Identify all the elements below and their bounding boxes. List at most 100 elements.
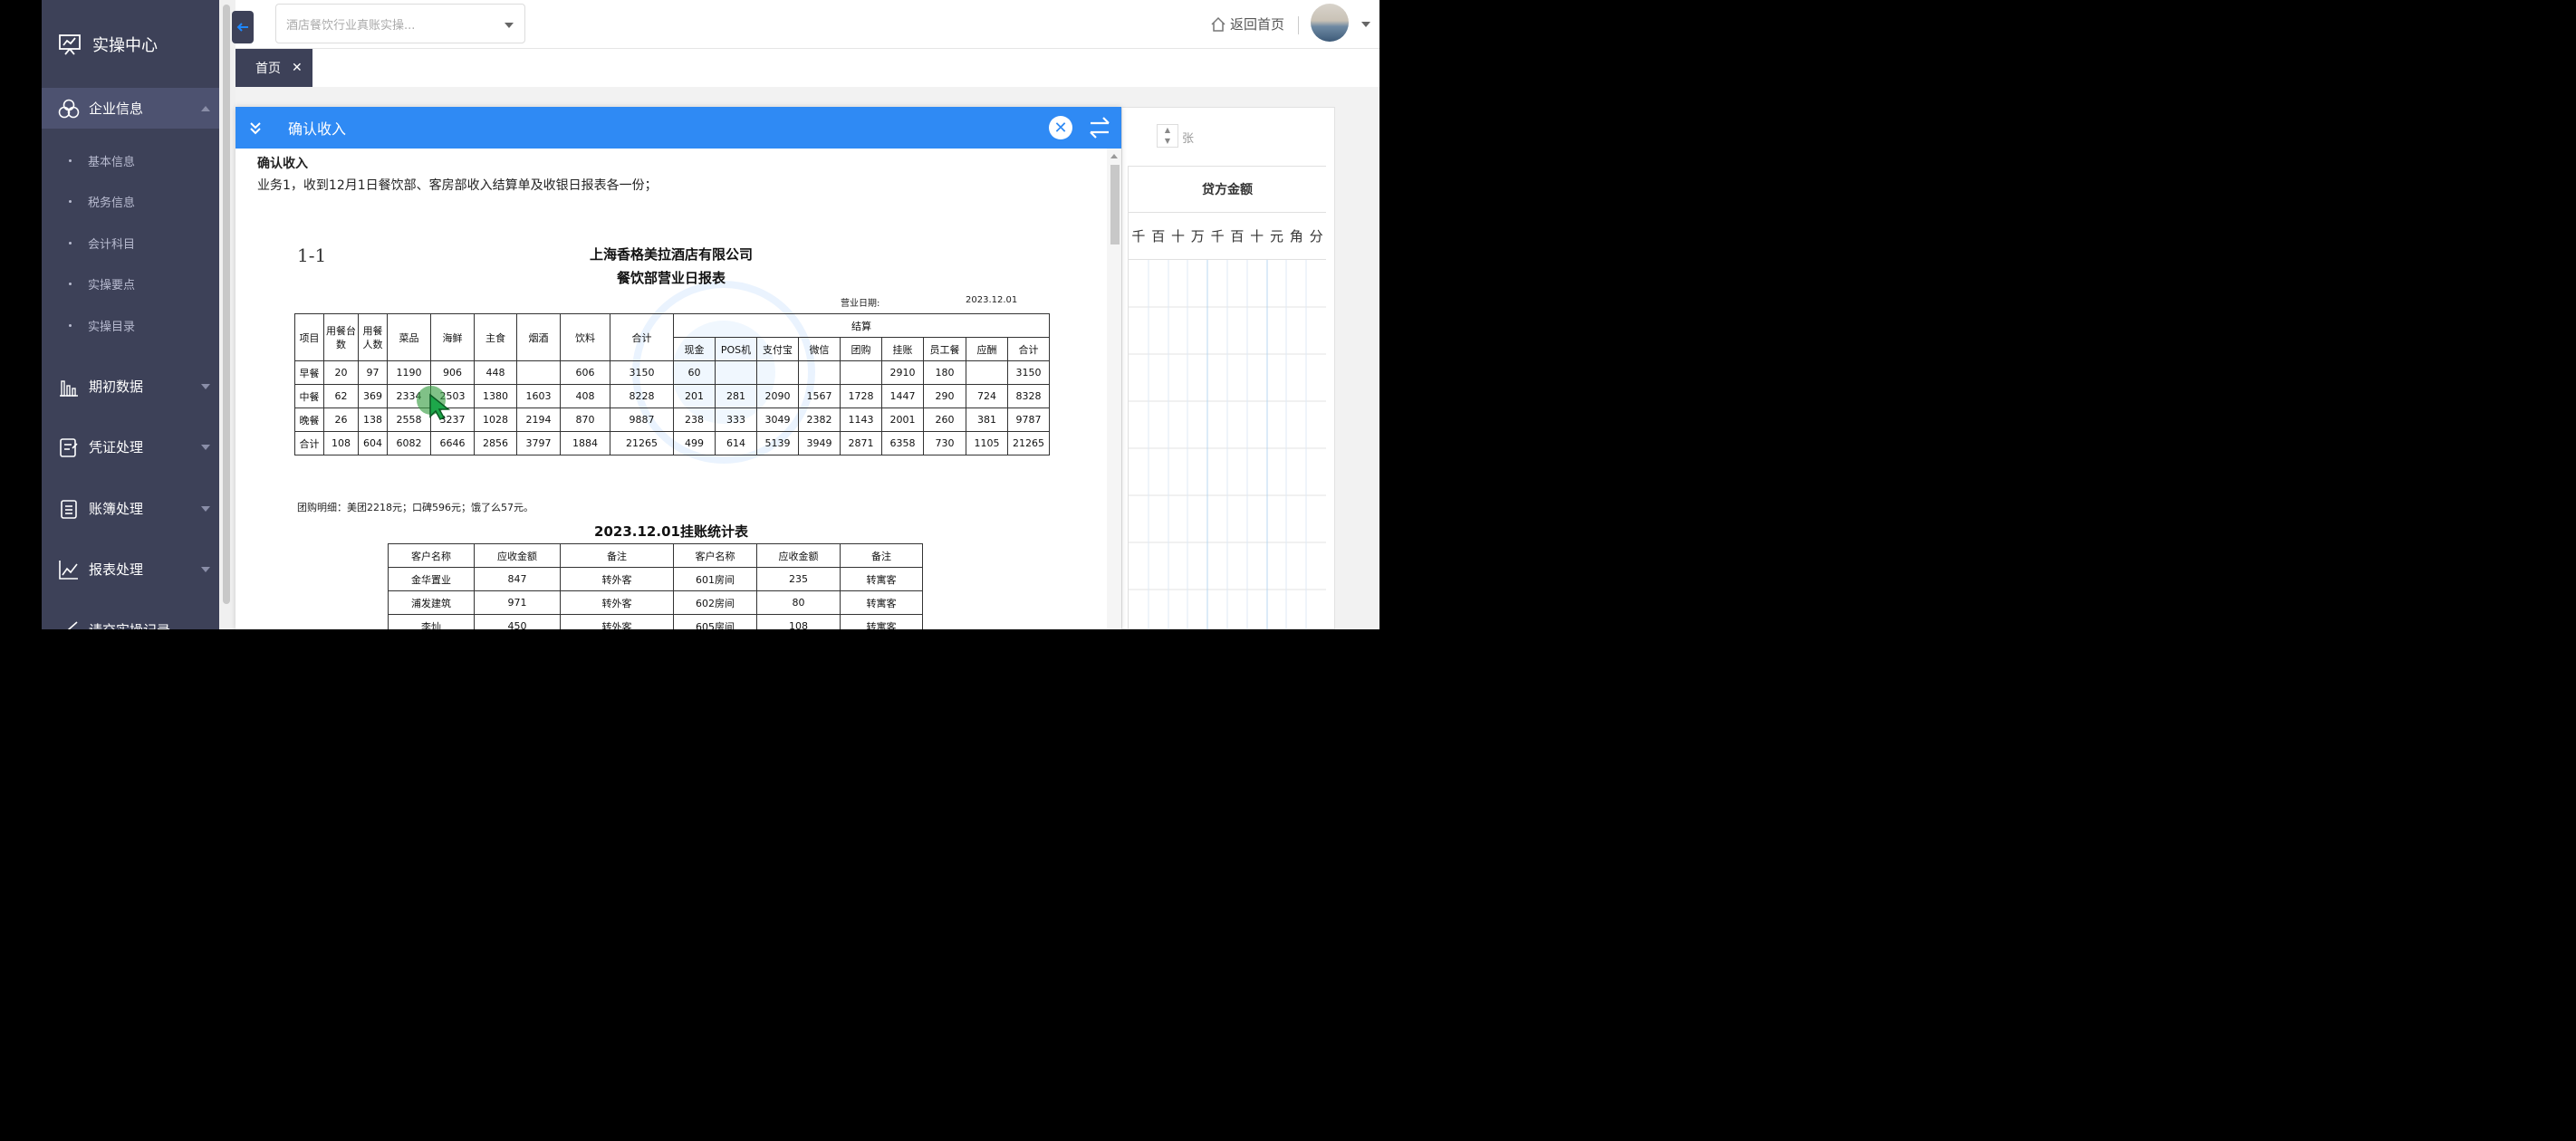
menu-label: 凭证处理 [89, 439, 144, 455]
collapse-sidebar-button[interactable] [232, 11, 254, 43]
table-cell: 62 [323, 384, 359, 408]
table-cell: 1028 [474, 408, 517, 432]
credit-amount-table: 贷方金额 千 百 十 万 千 百 十 元 角 分 [1128, 166, 1326, 629]
swap-icon[interactable] [1089, 116, 1110, 143]
sidebar-title: 实操中心 [92, 35, 158, 55]
table-cell: 260 [923, 408, 966, 432]
table-header: 团购 [840, 337, 882, 361]
table-cell: 1190 [387, 360, 431, 385]
table-row: 金华置业 847 转外客 601房间 235 转寓客 [388, 567, 923, 591]
table-header: POS机 [715, 337, 757, 361]
submenu-key-points[interactable]: 实操要点 [42, 270, 219, 297]
chevron-down-icon[interactable] [1361, 22, 1370, 27]
table-cell: 606 [560, 360, 610, 385]
table-header: 挂账 [881, 337, 924, 361]
table-cell: 97 [358, 360, 388, 385]
table-cell: 早餐 [294, 360, 324, 385]
company-name: 上海香格美拉酒店有限公司 [589, 246, 753, 263]
table-cell: 6646 [430, 431, 475, 455]
table-header: 烟酒 [516, 313, 561, 361]
group-buy-note: 团购明细：美团2218元；口碑596元；饿了么57元。 [297, 502, 533, 513]
table-cell: 2910 [881, 360, 924, 385]
menu-opening-data[interactable]: 期初数据 [42, 366, 219, 407]
submenu-tax-info[interactable]: 税务信息 [42, 187, 219, 215]
table-cell [756, 360, 799, 385]
dialog-title: 确认收入 [288, 120, 347, 138]
document-number: 1-1 [297, 244, 327, 266]
menu-enterprise-info[interactable]: 企业信息 [42, 88, 219, 129]
table-cell: 201 [673, 384, 716, 408]
table-cell: 602房间 [673, 590, 757, 615]
tab-home[interactable]: 首页 ✕ [235, 49, 312, 87]
table-row: 浦发建筑 971 转外客 602房间 80 转寓客 [388, 590, 923, 615]
submenu-accounts[interactable]: 会计科目 [42, 229, 219, 256]
table-row: 李灿 450 转外客 605房间 108 转寓客 [388, 614, 923, 629]
credit-header: 贷方金额 [1129, 166, 1326, 213]
table-cell: 238 [673, 408, 716, 432]
dialog-header: 确认收入 [235, 107, 1121, 149]
menu-label: 企业信息 [89, 101, 144, 117]
table-cell: 1447 [881, 384, 924, 408]
presentation-chart-icon [59, 34, 81, 55]
dialog-scrollbar[interactable] [1107, 149, 1121, 629]
chevron-down-icon [201, 505, 210, 512]
table-header: 客户名称 [673, 543, 757, 568]
mouse-cursor-icon [429, 393, 451, 420]
table-cell: 499 [673, 431, 716, 455]
table-cell: 3049 [756, 408, 799, 432]
sidebar-brand[interactable]: 实操中心 [42, 0, 219, 88]
table-header: 员工餐 [923, 337, 966, 361]
submenu-catalog[interactable]: 实操目录 [42, 312, 219, 339]
table-cell: 1567 [798, 384, 841, 408]
menu-label: 账簿处理 [89, 501, 144, 517]
table-cell: 1728 [840, 384, 882, 408]
table-cell: 281 [715, 384, 757, 408]
table-cell: 235 [756, 567, 841, 591]
table-cell: 333 [715, 408, 757, 432]
divider [1298, 16, 1299, 34]
table-header: 合计 [1006, 337, 1051, 361]
table-cell: 转外客 [560, 590, 674, 615]
table-cell: 3150 [610, 360, 674, 385]
table-cell: 转外客 [560, 614, 674, 629]
table-cell: 20 [323, 360, 359, 385]
table-cell: 724 [966, 384, 1008, 408]
dialog-close-button[interactable]: ✕ [1049, 116, 1072, 139]
table-row: 晚餐 26 138 2558 3237 1028 2194 870 9887 238 333 3049… [294, 408, 1051, 432]
course-select[interactable]: 酒店餐饮行业真账实操... [275, 4, 525, 43]
quantity-stepper[interactable]: ▲ ▼ [1157, 124, 1178, 148]
double-chevron-down-icon[interactable] [248, 120, 263, 135]
table-cell: 448 [474, 360, 517, 385]
course-select-value: 酒店餐饮行业真账实操... [286, 18, 416, 33]
menu-ledger[interactable]: 账簿处理 [42, 488, 219, 529]
table-cell: 80 [756, 590, 841, 615]
table-header: 现金 [673, 337, 716, 361]
sidebar-scrollbar[interactable] [219, 0, 235, 629]
menu-voucher[interactable]: 凭证处理 [42, 427, 219, 467]
chevron-down-icon [201, 383, 210, 389]
table-cell: 381 [966, 408, 1008, 432]
business-date-label: 营业日期: [841, 299, 880, 309]
table-cell: 1603 [516, 384, 561, 408]
home-label: 返回首页 [1230, 16, 1285, 33]
submenu-basic-info[interactable]: 基本信息 [42, 147, 219, 174]
avatar[interactable] [1311, 4, 1349, 42]
table-cell: 2382 [798, 408, 841, 432]
table-cell: 408 [560, 384, 610, 408]
close-icon[interactable]: ✕ [292, 61, 303, 75]
sidebar: 实操中心 企业信息 基本信息 税务信息 会计科目 实操要点 实操目录 期初数据 [42, 0, 219, 629]
table-cell: 转寓客 [840, 567, 923, 591]
table-cell: 9887 [610, 408, 674, 432]
menu-reports[interactable]: 报表处理 [42, 549, 219, 590]
table-row: 中餐 62 369 2334 2503 1380 1603 408 8228 201 281 2090… [294, 384, 1051, 408]
table-cell: 614 [715, 431, 757, 455]
menu-submit-records[interactable]: 请交实操记录 [42, 612, 219, 629]
circles-icon [58, 99, 80, 118]
table-header: 海鲜 [430, 313, 475, 361]
table-cell: 605房间 [673, 614, 757, 629]
home-link[interactable]: 返回首页 [1210, 14, 1284, 34]
table-cell: 847 [474, 567, 561, 591]
chevron-up-icon [201, 105, 210, 111]
table-cell: 金华置业 [388, 567, 475, 591]
chevron-down-icon [201, 444, 210, 450]
